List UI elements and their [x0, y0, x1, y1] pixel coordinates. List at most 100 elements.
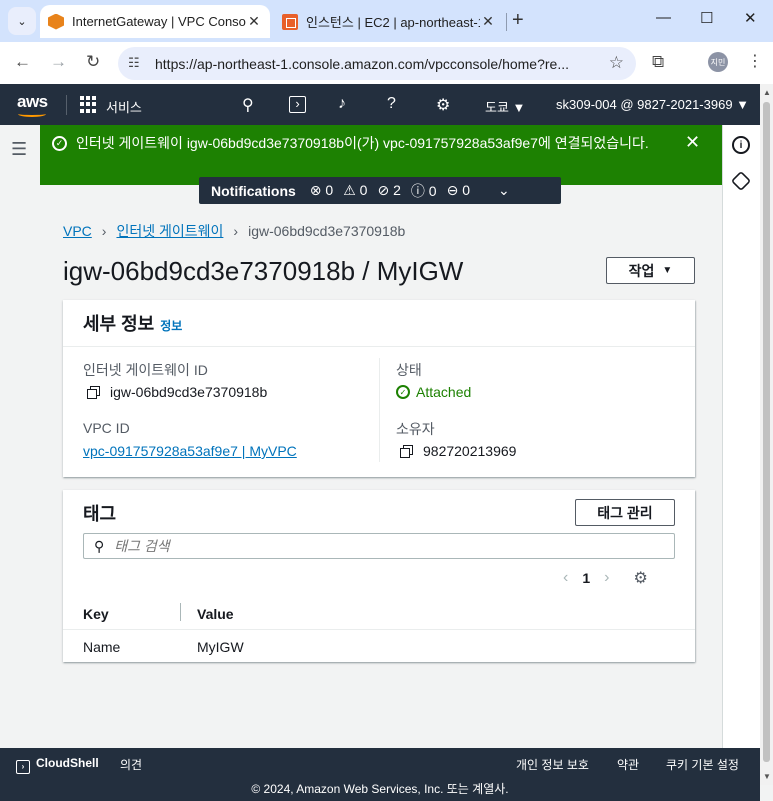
warning-count-value: 0	[359, 182, 368, 198]
pending-icon: ⊖	[446, 182, 459, 198]
igw-id-text: igw-06bd9cd3e7370918b	[110, 384, 268, 400]
close-tab-icon[interactable]: ✕	[246, 13, 262, 30]
breadcrumb-current: igw-06bd9cd3e7370918b	[248, 223, 406, 239]
manage-tags-button[interactable]: 태그 관리	[575, 499, 675, 526]
tags-panel: 태그 태그 관리 ⚲ ‹ 1 › ⚙ Key Value Name MyIGW	[63, 490, 695, 662]
details-panel: 세부 정보 정보 인터넷 게이트웨이 ID igw-06bd9cd3e737091…	[63, 300, 695, 477]
copyright-text: © 2024, Amazon Web Services, Inc. 또는 계열사…	[251, 782, 509, 796]
notifications-bell-icon[interactable]: ♪	[338, 95, 346, 113]
cloudshell-icon: ›	[16, 760, 30, 774]
scrollbar-thumb[interactable]	[763, 102, 770, 762]
owner-label: 소유자	[396, 421, 435, 437]
success-icon: ⊘	[377, 182, 390, 198]
vpc-id-value: vpc-091757928a53af9e7 | MyVPC	[83, 443, 297, 459]
cloudshell-icon[interactable]: ›	[289, 96, 306, 113]
new-tab-icon[interactable]: +	[512, 9, 524, 32]
minimize-icon[interactable]: —	[656, 9, 671, 26]
aws-logo[interactable]: aws	[17, 92, 48, 112]
services-grid-icon[interactable]	[80, 96, 97, 113]
profile-avatar[interactable]: 지민	[708, 52, 728, 72]
copy-icon[interactable]	[87, 385, 100, 399]
details-heading: 세부 정보 정보	[83, 310, 182, 336]
igw-id-label: 인터넷 게이트웨이 ID	[83, 362, 208, 378]
url-text[interactable]: https://ap-northeast-1.console.amazon.co…	[155, 56, 605, 72]
info-link[interactable]: 정보	[160, 319, 182, 333]
tags-table-header: Key Value	[63, 594, 695, 630]
settings-gear-icon[interactable]: ⚙	[436, 95, 450, 115]
breadcrumb: VPC › 인터넷 게이트웨이 › igw-06bd9cd3e7370918b	[63, 221, 405, 241]
flash-message: 인터넷 게이트웨이 igw-06bd9cd3e7370918b이(가) vpc-…	[76, 135, 649, 151]
url-field[interactable]: ☷ https://ap-northeast-1.console.amazon.…	[118, 47, 636, 80]
info-count: ⓘ 0	[411, 181, 437, 201]
caret-down-icon: ▼	[662, 265, 673, 276]
site-info-icon[interactable]: ☷	[128, 55, 140, 71]
page-scrollbar[interactable]: ▲ ▼	[760, 84, 773, 785]
close-window-icon[interactable]: ✕	[744, 9, 757, 27]
actions-dropdown-button[interactable]: 작업 ▼	[606, 257, 695, 284]
close-tab-icon[interactable]: ✕	[480, 13, 496, 30]
breadcrumb-internet-gateways[interactable]: 인터넷 게이트웨이	[116, 221, 223, 241]
reload-icon[interactable]: ↻	[86, 52, 100, 72]
state-label: 상태	[396, 362, 422, 378]
chevron-down-icon[interactable]: ⌄	[498, 182, 510, 199]
side-nav-toggle-icon[interactable]: ☰	[11, 139, 27, 160]
igw-id-value: igw-06bd9cd3e7370918b	[87, 384, 267, 400]
help-icon[interactable]: ?	[387, 95, 396, 113]
region-selector[interactable]: 도쿄 ▼	[485, 97, 525, 116]
dismiss-flash-icon[interactable]: ✕	[685, 132, 700, 153]
next-page-icon[interactable]: ›	[604, 569, 609, 587]
cookie-preferences-link[interactable]: 쿠키 기본 설정	[666, 756, 739, 773]
breadcrumb-vpc[interactable]: VPC	[63, 223, 92, 239]
resources-panel-icon[interactable]	[730, 170, 752, 192]
table-settings-gear-icon[interactable]: ⚙	[633, 568, 647, 588]
state-value: ✓ Attached	[396, 384, 471, 400]
info-icon: ⓘ	[410, 182, 425, 199]
success-count-value: 2	[393, 182, 401, 198]
current-page-number[interactable]: 1	[582, 570, 590, 586]
tab-ec2-instances[interactable]: 인스턴스 | EC2 | ap-northeast-1 ✕	[274, 5, 504, 38]
privacy-link[interactable]: 개인 정보 보호	[516, 756, 589, 773]
maximize-icon[interactable]: ☐	[700, 9, 713, 27]
info-panel-icon[interactable]: i	[732, 136, 750, 154]
chevron-right-icon: ›	[233, 223, 239, 239]
pagination: ‹ 1 › ⚙	[563, 568, 648, 588]
services-menu[interactable]: 서비스	[106, 97, 142, 116]
details-heading-text: 세부 정보	[83, 314, 155, 334]
search-icon: ⚲	[94, 537, 105, 554]
tab-vpc-console[interactable]: InternetGateway | VPC Console ✕	[40, 5, 270, 38]
error-count: ⊗ 0	[310, 182, 333, 199]
owner-text: 982720213969	[423, 443, 517, 459]
browser-menu-icon[interactable]: ⋮	[747, 51, 763, 71]
cloudshell-button[interactable]: › CloudShell	[16, 756, 99, 774]
card-divider	[63, 346, 695, 347]
right-help-rail: i	[722, 125, 760, 748]
error-icon: ⊗	[309, 182, 322, 198]
bookmark-star-icon[interactable]: ☆	[609, 53, 624, 73]
terms-link[interactable]: 약관	[617, 756, 639, 773]
forward-icon[interactable]: →	[50, 52, 67, 72]
warning-count: ⚠ 0	[343, 182, 367, 199]
vpc-favicon-icon	[48, 13, 64, 30]
back-icon[interactable]: ←	[14, 52, 31, 72]
error-count-value: 0	[325, 182, 334, 198]
scroll-up-icon[interactable]: ▲	[763, 88, 771, 97]
success-count: ⊘ 2	[377, 182, 400, 199]
tag-search-field[interactable]: ⚲	[83, 533, 675, 559]
column-header-value[interactable]: Value	[197, 606, 234, 622]
console-footer: › CloudShell 의견 개인 정보 보호 약관 쿠키 기본 설정 © 20…	[0, 748, 760, 801]
prev-page-icon[interactable]: ‹	[563, 569, 568, 587]
extensions-icon[interactable]: ⧉	[652, 52, 664, 72]
scroll-down-icon[interactable]: ▼	[763, 772, 771, 781]
tab-search-button[interactable]: ⌄	[8, 7, 36, 35]
column-header-key[interactable]: Key	[83, 606, 109, 622]
vpc-id-label: VPC ID	[83, 420, 130, 436]
chevron-right-icon: ›	[101, 223, 107, 239]
account-menu[interactable]: sk309-004 @ 9827-2021-3969 ▼	[556, 97, 749, 112]
notifications-bar[interactable]: Notifications ⊗ 0 ⚠ 0 ⊘ 2 ⓘ 0 ⊖ 0 ⌄	[199, 177, 561, 204]
vpc-id-link[interactable]: vpc-091757928a53af9e7 | MyVPC	[83, 443, 297, 459]
search-icon[interactable]: ⚲	[242, 95, 254, 115]
copy-icon[interactable]	[400, 444, 413, 458]
address-bar: ← → ↻ ☷ https://ap-northeast-1.console.a…	[0, 42, 773, 84]
feedback-link[interactable]: 의견	[120, 756, 142, 773]
tag-search-input[interactable]	[114, 538, 635, 554]
